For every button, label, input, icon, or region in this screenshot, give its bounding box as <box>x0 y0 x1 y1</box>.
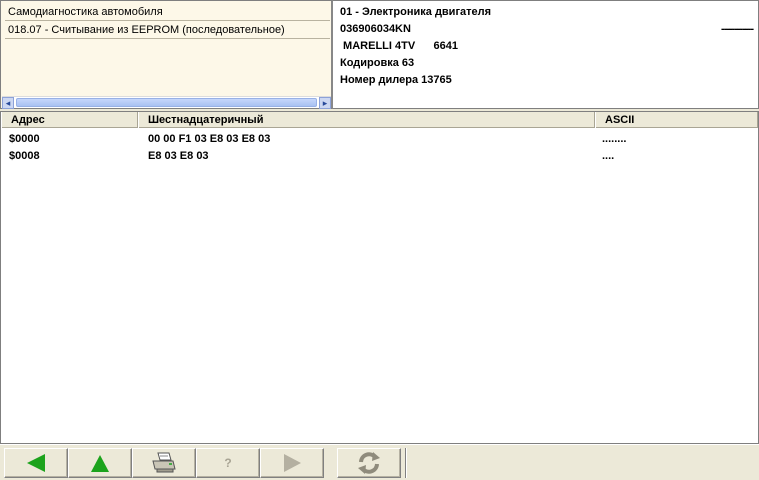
back-button[interactable] <box>4 448 68 478</box>
dash-placeholder: ------------ <box>721 23 754 35</box>
eeprom-data-grid: Адрес Шестнадцатеричный ASCII $0000 00 0… <box>0 111 759 444</box>
refresh-icon <box>358 452 380 474</box>
grid-header: Адрес Шестнадцатеричный ASCII <box>1 112 758 128</box>
up-button[interactable] <box>68 448 132 478</box>
scroll-left-icon[interactable]: ◂ <box>2 97 14 109</box>
refresh-button[interactable] <box>337 448 401 478</box>
ascii-cell: ........ <box>602 133 627 145</box>
address-cell: $0000 <box>9 133 40 145</box>
bottom-toolbar: ? <box>0 444 759 480</box>
column-header-hex[interactable]: Шестнадцатеричный <box>138 112 595 128</box>
ascii-cell: .... <box>602 150 615 162</box>
up-arrow-icon <box>91 455 109 472</box>
scroll-right-icon[interactable]: ▸ <box>319 97 331 109</box>
control-unit-title: 01 - Электроника двигателя <box>340 6 492 18</box>
hex-cell: E8 03 E8 03 <box>148 150 209 162</box>
dealer-number: Номер дилера 13765 <box>340 74 452 86</box>
control-unit-info-panel: 01 - Электроника двигателя 036906034KN M… <box>333 0 759 109</box>
nav-item-self-diagnosis[interactable]: Самодиагностика автомобиля <box>5 4 330 21</box>
column-header-ascii[interactable]: ASCII <box>595 112 758 128</box>
part-number: 036906034KN <box>340 23 411 35</box>
navigation-panel: Самодиагностика автомобиля 018.07 - Счит… <box>0 0 333 109</box>
printer-icon <box>152 452 176 473</box>
column-header-address[interactable]: Адрес <box>1 112 138 128</box>
navigation-list: Самодиагностика автомобиля 018.07 - Счит… <box>5 4 330 39</box>
toolbar-separator <box>405 448 407 478</box>
coding-value: Кодировка 63 <box>340 57 415 69</box>
component-name: MARELLI 4TV 6641 <box>340 40 458 52</box>
help-icon: ? <box>224 456 232 470</box>
horizontal-scrollbar[interactable]: ◂ ▸ <box>2 96 331 109</box>
scrollbar-thumb[interactable] <box>16 98 317 107</box>
nav-item-eeprom-read[interactable]: 018.07 - Считывание из EEPROM (последова… <box>5 22 330 39</box>
table-row[interactable]: $0008 E8 03 E8 03 .... <box>1 148 758 165</box>
print-button[interactable] <box>132 448 196 478</box>
forward-arrow-icon <box>284 454 301 472</box>
table-row[interactable]: $0000 00 00 F1 03 E8 03 E8 03 ........ <box>1 131 758 148</box>
back-arrow-icon <box>27 454 45 472</box>
hex-cell: 00 00 F1 03 E8 03 E8 03 <box>148 133 271 145</box>
address-cell: $0008 <box>9 150 40 162</box>
forward-button[interactable] <box>260 448 324 478</box>
help-button[interactable]: ? <box>196 448 260 478</box>
